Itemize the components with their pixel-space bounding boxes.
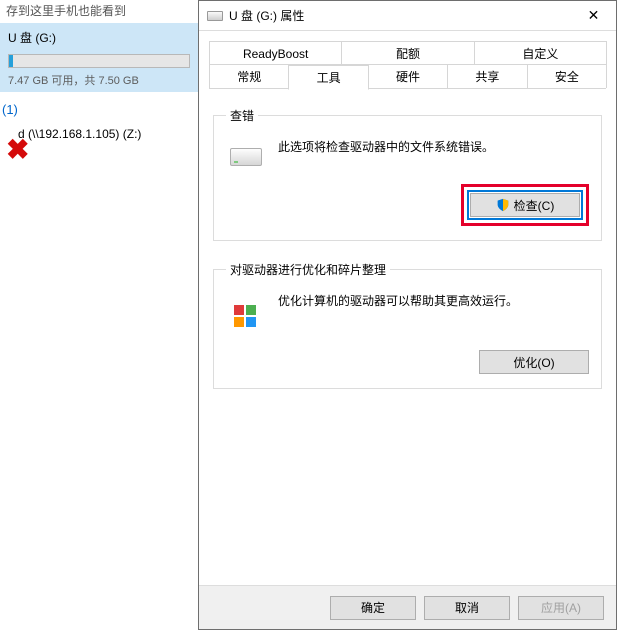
annotation-highlight: 检查(C) — [461, 184, 589, 226]
optimize-button-label: 优化(O) — [513, 354, 554, 371]
dialog-titlebar[interactable]: U 盘 (G:) 属性 ✕ — [199, 1, 616, 31]
uac-shield-icon — [496, 198, 510, 212]
apply-button[interactable]: 应用(A) — [518, 596, 604, 620]
tab-customize[interactable]: 自定义 — [474, 41, 607, 65]
optimize-group: 对驱动器进行优化和碎片整理 优化计算机的驱动器可以帮助其更高效运行。 — [213, 261, 602, 389]
error-check-desc: 此选项将检查驱动器中的文件系统错误。 — [278, 138, 589, 155]
tab-hardware[interactable]: 硬件 — [368, 64, 448, 88]
dialog-body: 查错 此选项将检查驱动器中的文件系统错误。 — [199, 89, 616, 585]
background-explorer-pane: 存到这里手机也能看到 U 盘 (G:) 7.47 GB 可用，共 7.50 GB… — [0, 0, 198, 630]
tab-strip: ReadyBoost 配额 自定义 常规 工具 硬件 共享 安全 — [199, 31, 616, 89]
dialog-footer: 确定 取消 应用(A) — [199, 585, 616, 629]
drive-icon — [207, 11, 223, 21]
error-check-legend: 查错 — [226, 107, 258, 124]
network-drive-label: d (\\192.168.1.105) (Z:) — [18, 127, 141, 141]
network-drive-item[interactable]: d (\\192.168.1.105) (Z:) ✖ — [0, 121, 198, 169]
tab-readyboost[interactable]: ReadyBoost — [209, 41, 342, 65]
usb-drive-item[interactable]: U 盘 (G:) 7.47 GB 可用，共 7.50 GB — [0, 23, 198, 92]
ok-button[interactable]: 确定 — [330, 596, 416, 620]
defrag-icon — [226, 292, 266, 332]
tab-sharing[interactable]: 共享 — [447, 64, 527, 88]
tab-tools[interactable]: 工具 — [288, 65, 368, 90]
usb-drive-label: U 盘 (G:) — [8, 29, 190, 46]
cancel-button[interactable]: 取消 — [424, 596, 510, 620]
section-count: (1) — [0, 92, 198, 121]
optimize-button[interactable]: 优化(O) — [479, 350, 589, 374]
tab-security[interactable]: 安全 — [527, 64, 607, 88]
close-button[interactable]: ✕ — [571, 1, 616, 30]
tab-quota[interactable]: 配额 — [341, 41, 474, 65]
tab-general[interactable]: 常规 — [209, 64, 289, 88]
usb-capacity-bar — [8, 54, 190, 68]
properties-dialog: U 盘 (G:) 属性 ✕ ReadyBoost 配额 自定义 常规 工具 硬件… — [198, 0, 617, 630]
dialog-title: U 盘 (G:) 属性 — [229, 7, 571, 24]
drive-icon — [226, 138, 266, 166]
optimize-desc: 优化计算机的驱动器可以帮助其更高效运行。 — [278, 292, 589, 309]
optimize-legend: 对驱动器进行优化和碎片整理 — [226, 261, 390, 278]
truncated-text: 存到这里手机也能看到 — [0, 0, 198, 21]
check-button[interactable]: 检查(C) — [470, 193, 580, 217]
check-button-label: 检查(C) — [514, 197, 555, 214]
error-check-group: 查错 此选项将检查驱动器中的文件系统错误。 — [213, 107, 602, 241]
usb-capacity-text: 7.47 GB 可用，共 7.50 GB — [8, 72, 190, 88]
